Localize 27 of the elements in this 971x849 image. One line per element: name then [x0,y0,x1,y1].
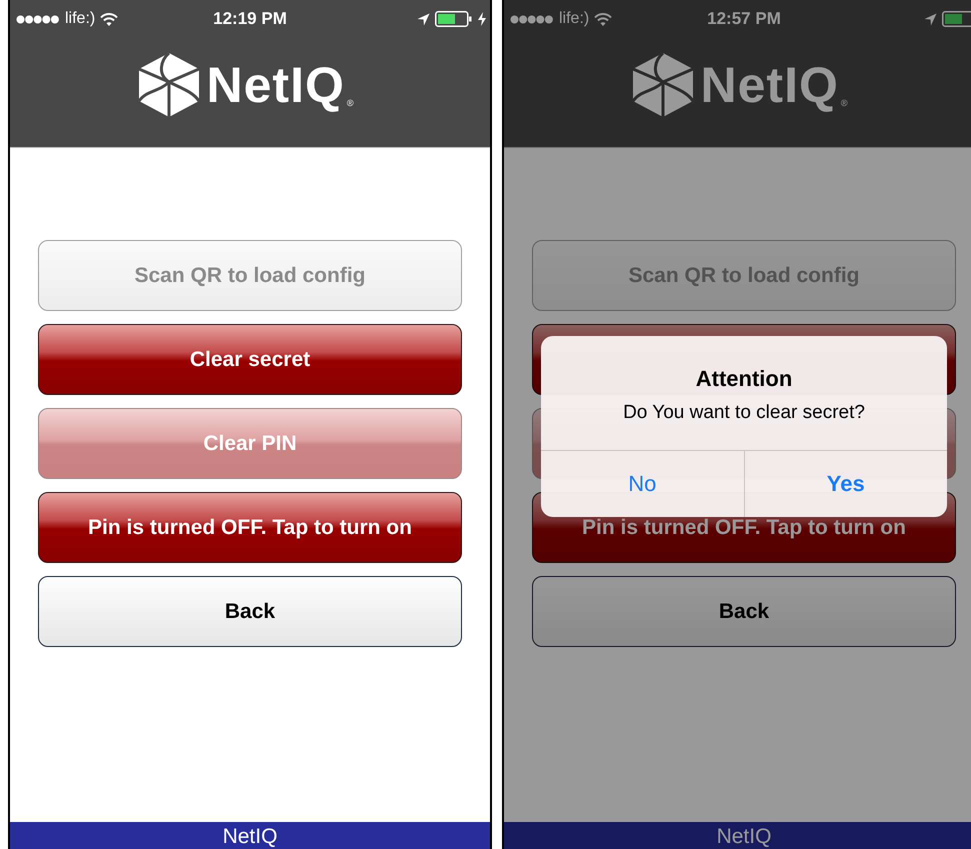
wifi-icon [100,12,118,26]
alert-title: Attention [696,366,792,392]
carrier-name: life:) [559,10,590,28]
cube-logo-icon [136,52,200,118]
clock-time: 12:19 PM [213,9,287,29]
signal-dots-icon [510,14,554,24]
footer-label: NetIQ [222,824,278,849]
footer-label: NetIQ [716,824,772,849]
location-arrow-icon [417,12,430,26]
logo-wordmark: NetIQ [700,56,839,114]
signal-dots-icon [16,14,60,24]
location-arrow-icon [924,12,937,26]
alert-message: Do You want to clear secret? [623,402,865,424]
registered-mark: ® [840,98,848,108]
action-button[interactable]: Back [532,576,956,647]
alert-button[interactable]: Yes [744,451,947,517]
registered-mark: ® [346,98,354,108]
battery-icon [435,11,473,27]
logo-wordmark: NetIQ [206,56,345,114]
action-button[interactable]: Back [38,576,462,647]
cube-logo-icon [630,52,694,118]
carrier-name: life:) [65,10,96,28]
battery-icon [942,11,971,27]
action-button[interactable]: Pin is turned OFF. Tap to turn on [38,492,462,563]
clock-time: 12:57 PM [707,9,781,29]
wifi-icon [594,12,612,26]
action-button[interactable]: Clear secret [38,324,462,395]
